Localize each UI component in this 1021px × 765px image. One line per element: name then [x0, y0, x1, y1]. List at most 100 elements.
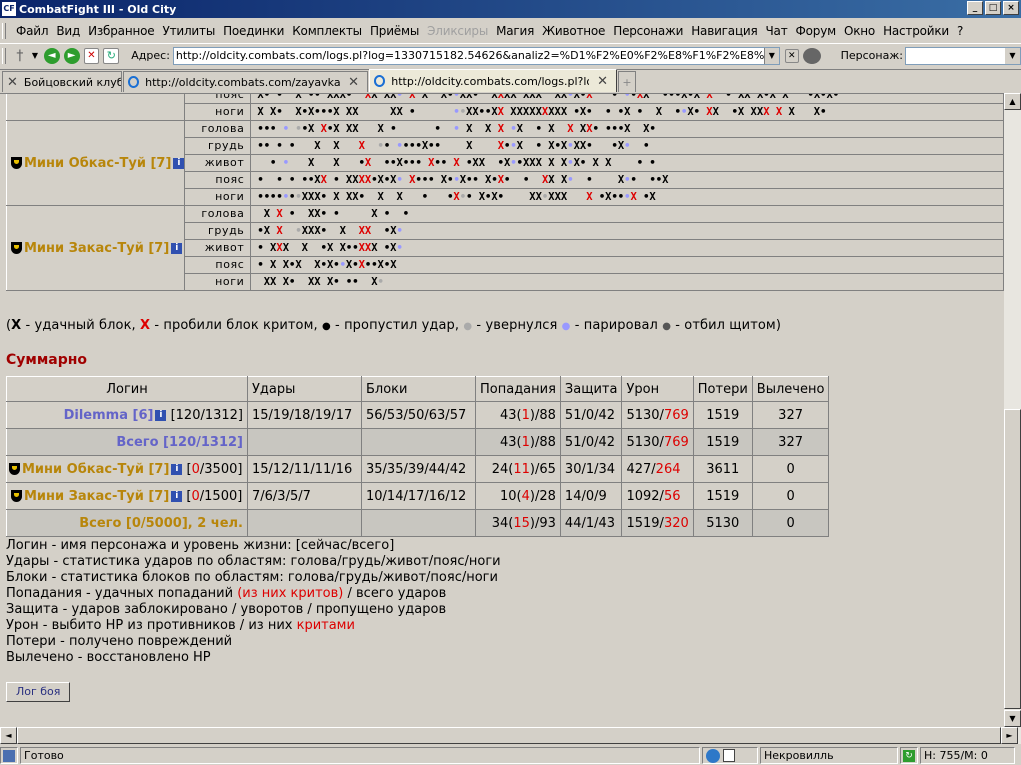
address-label: Адрес:: [131, 49, 170, 62]
minimize-button[interactable]: _: [967, 1, 983, 15]
player-link[interactable]: Мини Закас-Туй [7]: [24, 489, 169, 504]
note-hits: Удары - статистика ударов по областям: г…: [6, 554, 501, 569]
menu-item-15[interactable]: Настройки: [879, 24, 953, 38]
info-icon[interactable]: i: [155, 409, 167, 421]
menu-item-10[interactable]: Персонажи: [609, 24, 687, 38]
menu-item-0[interactable]: Файл: [12, 24, 52, 38]
menu-item-12[interactable]: Чат: [762, 24, 792, 38]
summary-row: Мини Закас-Туй [7] i [0/1500] 7/6/3/5/7 1…: [6, 482, 830, 510]
legend-dodge-text: - увернулся: [472, 318, 562, 333]
scroll-up-icon[interactable]: ▲: [1004, 93, 1021, 110]
battle-log-button[interactable]: Лог боя: [6, 682, 71, 702]
new-tab-button[interactable]: +: [618, 71, 636, 92]
player-link[interactable]: Мини Закас-Туй [7]: [24, 241, 169, 256]
character-select[interactable]: ▼: [904, 46, 1021, 65]
scroll-down-icon[interactable]: ▼: [1004, 710, 1021, 727]
summary-row: Dilemma [6] i [120/1312] 15/19/18/19/17 5…: [6, 401, 830, 429]
refresh-icon[interactable]: ↻: [103, 47, 120, 64]
zone-label: голова: [184, 120, 252, 138]
cell-hits: 7/6/3/5/7: [247, 482, 362, 510]
menu-item-8[interactable]: Магия: [492, 24, 538, 38]
title-bar: CF CombatFight III - Old City _ □ ×: [0, 0, 1021, 18]
info-icon[interactable]: i: [171, 490, 183, 502]
menu-item-2[interactable]: Избранное: [84, 24, 158, 38]
zone-pattern: X X• X•X•••X XX XX • ••XX••XX XXXXXXXXX …: [250, 103, 1004, 121]
zone-pattern: X• • X •• XXX• XX XX• X X X••XX• XXXX XX…: [250, 94, 1004, 104]
people-icon[interactable]: [802, 47, 821, 64]
legend-block-mark: X: [11, 318, 22, 333]
refresh-status-icon[interactable]: ↻: [900, 747, 918, 764]
legend: (X - удачный блок, X - пробили блок крит…: [6, 318, 781, 333]
network-icon: [706, 748, 720, 763]
menu-item-14[interactable]: Окно: [840, 24, 879, 38]
ie-page-icon: [128, 76, 140, 88]
note-losses: Потери - получено повреждений: [6, 634, 233, 649]
zone-label: пояс: [184, 94, 252, 104]
legend-miss-dot: ●: [322, 321, 331, 332]
status-icons: [702, 747, 758, 764]
maximize-button[interactable]: □: [985, 1, 1001, 15]
cell-hits-landed: 43(1)/88: [475, 401, 561, 429]
status-hp: H: 755/M: 0: [920, 747, 1015, 764]
player-link[interactable]: Dilemma [6]: [64, 408, 154, 423]
cell-damage: 5130/769: [621, 401, 694, 429]
close-button[interactable]: ×: [1003, 1, 1019, 15]
tab-logs[interactable]: http://oldcity.combats.com/logs.pl?log..…: [369, 69, 617, 92]
menu-item-6[interactable]: Приёмы: [366, 24, 423, 38]
cell-hits: 15/12/11/11/16: [247, 455, 362, 483]
character-dropdown-icon[interactable]: ▼: [1005, 47, 1020, 64]
menu-item-3[interactable]: Утилиты: [158, 24, 219, 38]
address-dropdown-icon[interactable]: ▼: [763, 47, 779, 64]
tab-close-icon[interactable]: ✕: [597, 74, 608, 89]
cell-hits-landed: 24(11)/65: [475, 455, 561, 483]
clear-icon[interactable]: ✕: [784, 48, 799, 63]
info-icon[interactable]: i: [173, 157, 185, 169]
back-icon[interactable]: ◄: [43, 47, 60, 64]
zone-pattern: • • X X •X ••X••• X•• X •XX •X••XXX X X•…: [250, 154, 1004, 172]
hscroll-thumb[interactable]: [17, 727, 1001, 744]
zone-label: ноги: [184, 273, 252, 291]
menu-item-5[interactable]: Комплекты: [288, 24, 366, 38]
menu-item-4[interactable]: Поединки: [219, 24, 288, 38]
note-damage: Урон - выбито HP из противников / из них…: [6, 618, 355, 633]
horizontal-scrollbar[interactable]: ◄ ►: [0, 727, 1021, 744]
zone-label: живот: [184, 239, 252, 257]
stop-icon[interactable]: ✕: [83, 47, 100, 64]
vertical-scrollbar[interactable]: ▲ ▼: [1004, 93, 1021, 727]
summary-header-row: Логин Удары Блоки Попадания Защита Урон …: [6, 376, 830, 402]
player-link[interactable]: Мини Обкас-Туй [7]: [22, 462, 169, 477]
pin-icon[interactable]: †: [12, 48, 28, 64]
toolbar: † ▼ ◄ ► ✕ ↻ Адрес: http://oldcity.combat…: [0, 43, 1021, 67]
menu-item-16[interactable]: ?: [953, 24, 967, 38]
total-label: Всего [120/1312]: [116, 434, 243, 450]
scroll-thumb[interactable]: [1004, 409, 1021, 709]
tab-fight-club[interactable]: ✕ Бойцовский клуб: [2, 71, 122, 92]
dropdown-arrow-icon[interactable]: ▼: [32, 48, 40, 64]
menu-item-7[interactable]: Эликсиры: [423, 24, 492, 38]
cell-losses: 1519: [692, 428, 753, 456]
header-hits-landed: Попадания: [475, 376, 561, 402]
note-blocks: Блоки - статистика блоков по областям: г…: [6, 570, 498, 585]
clan-shield-icon: [11, 242, 22, 254]
tab-bar: ✕ Бойцовский клуб http://oldcity.combats.…: [0, 69, 1021, 92]
zone-label: голова: [184, 205, 252, 223]
address-input[interactable]: http://oldcity.combats.com/logs.pl?log=1…: [172, 46, 780, 65]
tab-close-icon[interactable]: ✕: [348, 75, 359, 90]
cell-losses: 1519: [692, 482, 753, 510]
menu-item-9[interactable]: Животное: [538, 24, 609, 38]
menu-item-11[interactable]: Навигация: [687, 24, 761, 38]
summary-table: Логин Удары Блоки Попадания Защита Урон …: [6, 376, 830, 537]
forward-icon[interactable]: ►: [63, 47, 80, 64]
menu-item-1[interactable]: Вид: [52, 24, 84, 38]
info-icon[interactable]: i: [171, 242, 183, 254]
tab-zayavka[interactable]: http://oldcity.combats.com/zayavka.pl...…: [123, 71, 368, 92]
status-text: Готово: [20, 747, 700, 764]
tab-close-icon[interactable]: ✕: [7, 75, 18, 90]
player-link[interactable]: Мини Обкас-Туй [7]: [24, 156, 171, 171]
summary-total-row: Всего [120/1312] 43(1)/88 51/0/42 5130/7…: [6, 428, 830, 456]
scroll-right-icon[interactable]: ►: [1001, 727, 1018, 744]
scroll-left-icon[interactable]: ◄: [0, 727, 17, 744]
menu-item-13[interactable]: Форум: [792, 24, 840, 38]
cell-hits: 15/19/18/19/17: [247, 401, 362, 429]
info-icon[interactable]: i: [171, 463, 183, 475]
